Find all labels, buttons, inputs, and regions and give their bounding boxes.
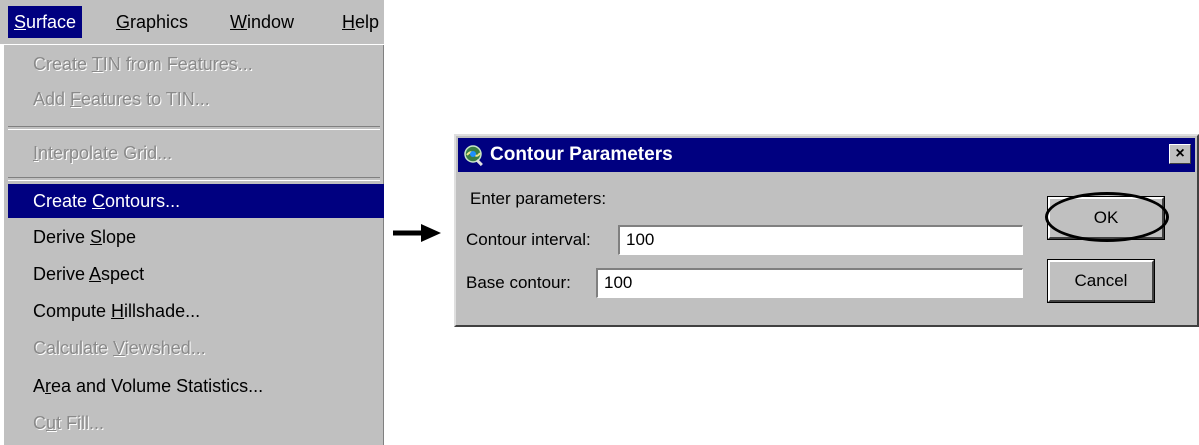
close-icon: ×: [1175, 145, 1185, 162]
menu-help[interactable]: Help: [336, 6, 384, 38]
menu-window[interactable]: Window: [224, 6, 300, 38]
contour-parameters-dialog: Contour Parameters × Enter parameters: C…: [454, 134, 1199, 327]
menu-separator: [8, 126, 380, 130]
dialog-title: Contour Parameters: [490, 144, 673, 165]
menu-item-create-contours[interactable]: Create Contours...: [8, 184, 384, 218]
right-arrow-icon: [393, 224, 441, 242]
menu-item-calculate-viewshed: Calculate Viewshed...: [33, 338, 206, 358]
base-contour-input[interactable]: 100: [596, 268, 1023, 298]
prompt-label: Enter parameters:: [470, 189, 607, 208]
menu-bar: Surface Graphics Window Help: [0, 0, 384, 44]
base-contour-label: Base contour:: [466, 273, 571, 292]
surface-menu: Create TIN from Features... Add Features…: [3, 44, 384, 445]
menu-item-compute-hillshade[interactable]: Compute Hillshade...: [8, 295, 384, 328]
menu-item-create-tin: Create TIN from Features...: [33, 54, 253, 74]
menu-item-interpolate-grid: Interpolate Grid...: [33, 143, 173, 163]
cancel-button[interactable]: Cancel: [1047, 259, 1155, 303]
menu-graphics[interactable]: Graphics: [110, 6, 194, 38]
contour-interval-input[interactable]: 100: [618, 225, 1023, 255]
contour-interval-label: Contour interval:: [466, 230, 591, 249]
menu-item-derive-slope[interactable]: Derive Slope: [8, 221, 384, 254]
menu-item-cut-fill: Cut Fill...: [33, 413, 105, 433]
dialog-title-bar[interactable]: Contour Parameters ×: [458, 138, 1195, 172]
menu-surface[interactable]: Surface: [8, 6, 83, 38]
menu-item-area-volume-statistics[interactable]: Area and Volume Statistics...: [8, 370, 384, 403]
surface-analyst-icon: [464, 145, 483, 167]
ok-button[interactable]: OK: [1047, 196, 1165, 240]
close-button[interactable]: ×: [1169, 144, 1191, 164]
menu-item-add-features: Add Features to TIN...: [33, 89, 210, 109]
menu-separator: [8, 177, 380, 181]
menu-item-derive-aspect[interactable]: Derive Aspect: [8, 258, 384, 291]
